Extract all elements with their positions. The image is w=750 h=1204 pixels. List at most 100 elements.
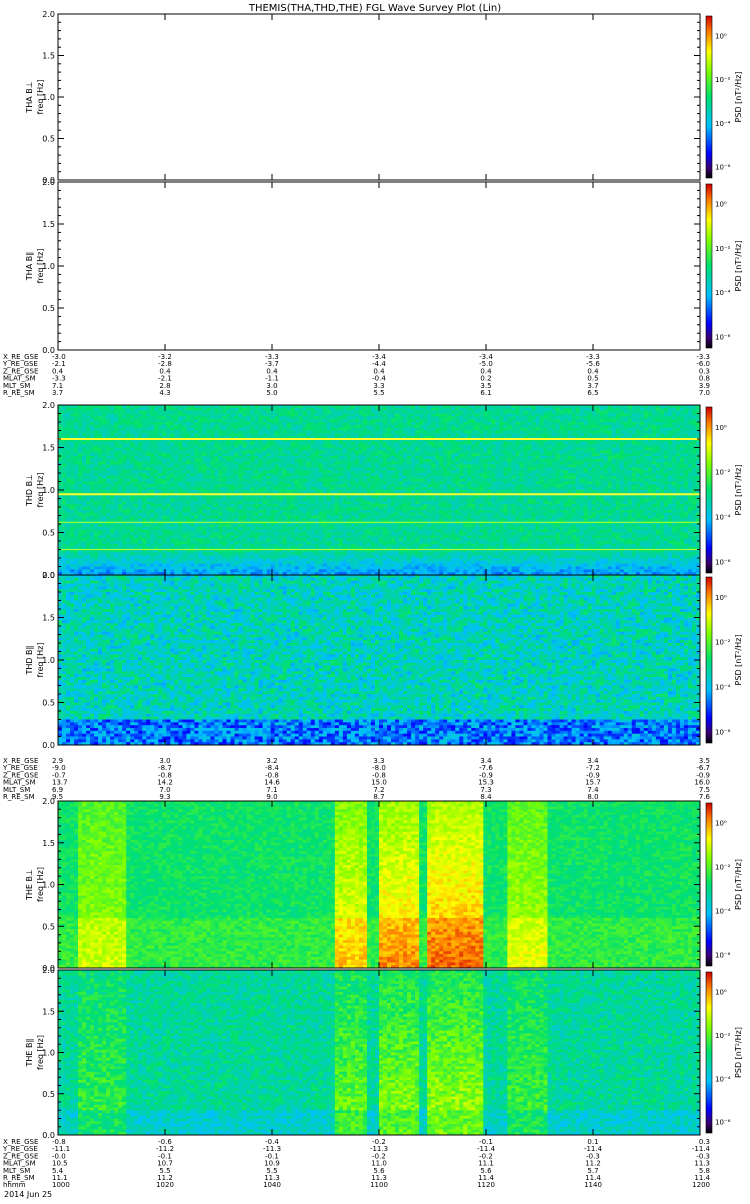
spectrogram-cell xyxy=(154,541,158,544)
spectrogram-cell xyxy=(267,425,271,428)
spectrogram-cell xyxy=(106,445,110,448)
spectrogram-cell xyxy=(210,496,214,499)
spectrogram-cell xyxy=(263,527,267,530)
spectrogram-cell xyxy=(315,544,319,547)
spectrogram-cell xyxy=(206,470,210,473)
spectrogram-cell xyxy=(251,450,255,453)
spectrogram-cell xyxy=(134,433,138,436)
spectrogram-cell xyxy=(62,535,66,538)
spectrogram-cell xyxy=(190,431,194,434)
spectrogram-cell xyxy=(74,518,78,521)
spectrogram-cell xyxy=(206,510,210,513)
spectrogram-cell xyxy=(363,487,367,490)
spectrogram-cell xyxy=(275,555,279,558)
spectrogram-cell xyxy=(202,416,206,419)
spectrogram-cell xyxy=(287,499,291,502)
spectrogram-cell xyxy=(118,513,122,516)
spectrogram-cell xyxy=(303,501,307,504)
spectrogram-cell xyxy=(311,411,315,414)
spectrogram-cell xyxy=(146,408,150,411)
spectrogram-cell xyxy=(271,535,275,538)
spectrogram-cell xyxy=(122,479,126,482)
spectrogram-cell xyxy=(186,482,190,485)
spectrogram-cell xyxy=(339,462,343,465)
spectrogram-cell xyxy=(178,516,182,519)
spectrogram-cell xyxy=(66,431,70,434)
spectrogram-cell xyxy=(98,476,102,479)
spectrogram-cell xyxy=(315,467,319,470)
spectrogram-cell xyxy=(106,507,110,510)
spectrogram-cell xyxy=(150,419,154,422)
spectrogram-cell xyxy=(114,422,118,425)
spectrogram-cell xyxy=(239,473,243,476)
spectrogram-cell xyxy=(343,552,347,555)
spectrogram-cell xyxy=(174,499,178,502)
spectrogram-cell xyxy=(90,490,94,493)
spectrogram-cell xyxy=(319,411,323,414)
spectrogram-cell xyxy=(102,535,106,538)
wave-survey-figure: THEMIS(THA,THD,THE) FGL Wave Survey Plot… xyxy=(0,0,750,1200)
spectrogram-cell xyxy=(235,538,239,541)
spectrogram-cell xyxy=(263,510,267,513)
spectrogram-cell xyxy=(122,482,126,485)
spectrogram-cell xyxy=(367,484,371,487)
spectrogram-cell xyxy=(359,524,363,527)
spectrogram-cell xyxy=(170,499,174,502)
spectrogram-cell xyxy=(299,564,303,567)
spectrogram-cell xyxy=(247,510,251,513)
spectrogram-cell xyxy=(275,535,279,538)
spectrogram-cell xyxy=(331,544,335,547)
spectrogram-cell xyxy=(267,414,271,417)
spectrogram-cell xyxy=(214,499,218,502)
spectrogram-cell xyxy=(78,456,82,459)
spectrogram-cell xyxy=(223,419,227,422)
spectrogram-cell xyxy=(371,510,375,513)
spectrogram-cell xyxy=(371,504,375,507)
spectrogram-cell xyxy=(102,445,106,448)
spectrogram-cell xyxy=(162,422,166,425)
spectrogram-cell xyxy=(367,567,371,570)
spectrogram-cell xyxy=(343,414,347,417)
spectrogram-cell xyxy=(118,555,122,558)
spectrogram-cell xyxy=(251,470,255,473)
spectrogram-cell xyxy=(194,414,198,417)
spectrogram-cell xyxy=(239,535,243,538)
spectrogram-cell xyxy=(214,527,218,530)
spectrogram-cell xyxy=(323,459,327,462)
spectrogram-cell xyxy=(231,473,235,476)
spectrogram-cell xyxy=(118,450,122,453)
spectrogram-cell xyxy=(359,479,363,482)
spectrogram-cell xyxy=(102,456,106,459)
spectrogram-cell xyxy=(166,453,170,456)
spectrogram-cell xyxy=(122,431,126,434)
spectrogram-cell xyxy=(339,453,343,456)
spectrogram-cell xyxy=(359,428,363,431)
spectrogram-cell xyxy=(311,484,315,487)
spectrogram-cell xyxy=(315,408,319,411)
spectrogram-cell xyxy=(363,530,367,533)
spectrogram-cell xyxy=(287,484,291,487)
spectrogram-cell xyxy=(239,516,243,519)
spectrogram-cell xyxy=(363,431,367,434)
spectrogram-cell xyxy=(355,541,359,544)
spectrogram-cell xyxy=(307,459,311,462)
spectrogram-cell xyxy=(295,467,299,470)
spectrogram-cell xyxy=(331,564,335,567)
spectrogram-cell xyxy=(74,465,78,468)
spectrogram-cell xyxy=(307,567,311,570)
spectrogram-cell xyxy=(114,484,118,487)
spectrogram-cell xyxy=(86,462,90,465)
spectrogram-cell xyxy=(214,510,218,513)
spectrogram-cell xyxy=(351,541,355,544)
spectrogram-cell xyxy=(158,499,162,502)
spectrogram-cell xyxy=(379,499,383,502)
spectrogram-cell xyxy=(255,453,259,456)
spectrogram-cell xyxy=(166,442,170,445)
spectrogram-cell xyxy=(227,507,231,510)
spectrogram-cell xyxy=(351,510,355,513)
spectrogram-cell xyxy=(98,510,102,513)
spectrogram-cell xyxy=(138,476,142,479)
spectrogram-cell xyxy=(359,456,363,459)
spectrogram-cell xyxy=(114,411,118,414)
spectrogram-cell xyxy=(331,499,335,502)
